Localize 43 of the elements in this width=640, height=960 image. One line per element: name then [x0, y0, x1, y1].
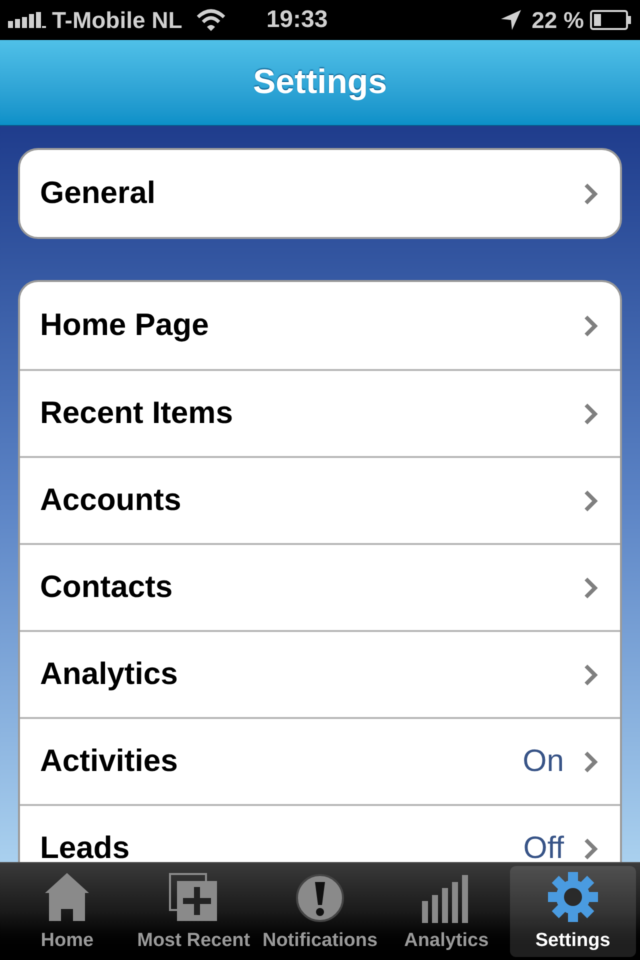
settings-row[interactable]: Accounts — [20, 456, 620, 543]
chevron-icon — [584, 750, 598, 772]
row-value: Off — [523, 829, 564, 862]
settings-row[interactable]: Activities On — [20, 717, 620, 804]
add-page-icon — [168, 872, 219, 922]
row-label: Recent Items — [40, 394, 234, 432]
tab-item[interactable]: Notifications — [256, 866, 384, 957]
wifi-icon — [196, 9, 226, 31]
gear-icon — [546, 870, 599, 922]
settings-row[interactable]: Home Page — [20, 282, 620, 369]
chevron-icon — [584, 576, 598, 598]
row-label: Contacts — [40, 568, 174, 606]
row-label: Activities — [40, 742, 179, 780]
row-value: On — [522, 742, 564, 780]
chevron-icon — [584, 182, 598, 204]
exclamation-icon — [295, 872, 346, 922]
row-label: General — [40, 174, 156, 212]
row-label: Accounts — [40, 481, 182, 520]
screen-title: Settings — [252, 62, 388, 103]
chevron-icon — [584, 664, 598, 686]
clock: 19:33 — [266, 5, 328, 35]
chevron-icon — [584, 490, 598, 512]
chevron-icon — [584, 314, 598, 336]
house-icon — [43, 870, 92, 922]
battery-icon — [590, 10, 632, 30]
chevron-icon — [584, 838, 598, 860]
location-arrow-icon — [500, 9, 522, 31]
row-label: Home Page — [40, 306, 210, 344]
row-label: Leads — [40, 829, 131, 862]
settings-row[interactable]: Recent Items — [20, 369, 620, 456]
signal-icon — [8, 12, 46, 28]
tab-item[interactable]: Home — [4, 866, 130, 957]
carrier-name: T-Mobile NL — [52, 6, 182, 35]
settings-row[interactable]: General — [20, 150, 620, 237]
tab-item[interactable]: Most Recent — [130, 866, 257, 957]
settings-row[interactable]: Analytics — [20, 630, 620, 717]
chevron-icon — [584, 402, 598, 424]
settings-row[interactable]: Contacts — [20, 543, 620, 630]
bar-chart-icon — [422, 874, 470, 922]
tab-item[interactable]: Settings — [510, 866, 636, 957]
tab-item[interactable]: Analytics — [383, 866, 510, 957]
battery-percentage: 22 % — [532, 6, 584, 35]
row-label: Analytics — [40, 655, 179, 694]
